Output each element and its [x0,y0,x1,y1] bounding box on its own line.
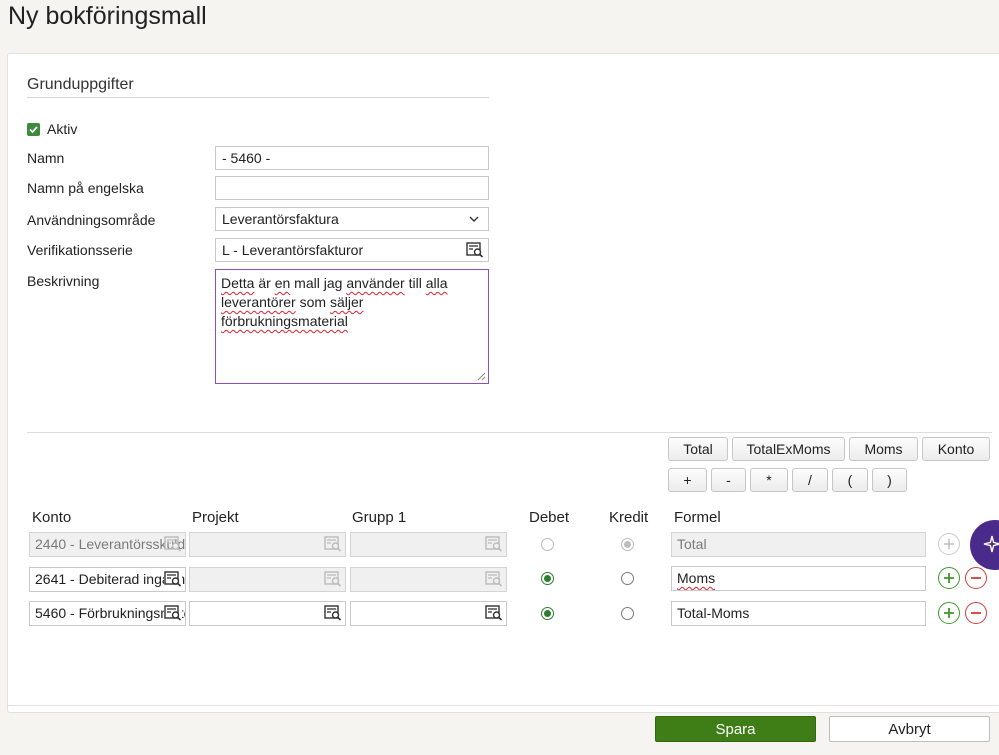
formula-field[interactable]: Total-Moms [671,601,926,626]
series-label: Verifikationsserie [27,242,133,258]
name-label: Namn [27,150,65,166]
usage-label: Användningsområde [27,212,156,228]
formula-lparen-button[interactable]: ( [832,468,868,492]
add-circle-icon [944,608,954,618]
description-line: Detta är en mall jag använder till alla [221,275,448,291]
active-label: Aktiv [47,121,78,137]
table-row-grupp-field[interactable] [350,601,507,626]
active-checkbox[interactable] [27,122,40,136]
table-row-grupp-field [350,567,507,592]
active-row: Aktiv [27,121,77,137]
debet-radio[interactable] [541,607,554,620]
debet-radio[interactable] [541,572,554,585]
lookup-icon[interactable] [164,605,182,621]
formula-field: Total [671,532,926,557]
table-row-konto-field[interactable]: 2641 - Debiterad ingående moms [29,567,186,592]
column-header-kredit: Kredit [609,509,649,526]
formula-value: Total-Moms [677,605,750,621]
add-row-button[interactable] [938,567,960,589]
check-icon [29,125,38,133]
remove-circle-icon [971,577,981,579]
formula-totalexmoms-button[interactable]: TotalExMoms [732,437,845,461]
formula-times-button[interactable]: * [750,468,788,492]
name-en-input[interactable] [215,176,489,200]
save-button[interactable]: Spara [655,716,816,742]
name-value: - 5460 - [222,150,271,166]
table-row-projekt-field [189,567,346,592]
cancel-button[interactable]: Avbryt [829,716,990,742]
formula-rparen-button[interactable]: ) [872,468,907,492]
lookup-icon[interactable] [324,605,342,621]
formula-value: Moms [677,570,716,586]
formula-field[interactable]: Moms [671,566,926,591]
description-label: Beskrivning [27,273,100,289]
table-row-konto-field[interactable]: 5460 - Förbrukningsmaterial [29,601,186,626]
add-row-button [938,533,960,555]
column-header-projekt: Projekt [192,509,239,526]
formula-divide-button[interactable]: / [792,468,828,492]
lookup-icon [485,571,503,587]
add-circle-icon [944,573,954,583]
table-row-grupp-field [350,532,507,557]
lookup-icon[interactable] [466,242,484,258]
table-row-projekt-field [189,532,346,557]
lookup-icon [485,536,503,552]
name-en-label: Namn på engelska [27,180,144,196]
add-circle-icon [944,539,954,549]
page-title: Ny bokföringsmall [8,2,207,30]
lookup-icon [324,571,342,587]
formula-minus-button[interactable]: - [711,468,746,492]
formula-konto-button[interactable]: Konto [922,437,990,461]
kredit-radio[interactable] [621,572,634,585]
column-header-formel: Formel [674,509,721,526]
table-row-konto-field: 2440 - Leverantörsskulder [29,532,186,557]
sparkle-icon [983,535,999,553]
add-row-button[interactable] [938,602,960,624]
series-input[interactable]: L - Leverantörsfakturor [215,238,489,262]
column-header-konto: Konto [32,509,72,526]
remove-circle-icon [971,612,981,614]
section-divider [27,97,489,98]
remove-row-button[interactable] [965,602,987,624]
formula-value: Total [677,536,707,552]
remove-row-button[interactable] [965,567,987,589]
series-value: L - Leverantörsfakturor [222,242,364,258]
footer-divider [7,705,999,706]
lookup-icon [164,536,182,552]
kredit-radio[interactable] [621,607,634,620]
section-divider [27,432,992,433]
column-header-debet: Debet [529,509,570,526]
kredit-radio [621,538,634,551]
usage-select[interactable]: Leverantörsfaktura [215,207,489,231]
description-line: leverantörer som säljer [221,294,364,310]
description-line: förbrukningsmaterial [221,313,348,329]
column-header-grupp: Grupp 1 [352,509,407,526]
formula-moms-button[interactable]: Moms [849,437,918,461]
lookup-icon[interactable] [164,571,182,587]
description-textarea[interactable]: Detta är en mall jag använder till alla … [215,269,489,384]
formula-plus-button[interactable]: + [668,468,707,492]
lookup-icon [324,536,342,552]
debet-radio [541,538,554,551]
formula-total-button[interactable]: Total [668,437,728,461]
chevron-down-icon [469,216,479,222]
lookup-icon[interactable] [485,605,503,621]
table-row-projekt-field[interactable] [189,601,346,626]
resize-grip-icon[interactable] [477,372,486,381]
section-title: Grunduppgifter [27,76,134,93]
usage-value: Leverantörsfaktura [222,211,339,227]
name-input[interactable]: - 5460 - [215,146,489,170]
